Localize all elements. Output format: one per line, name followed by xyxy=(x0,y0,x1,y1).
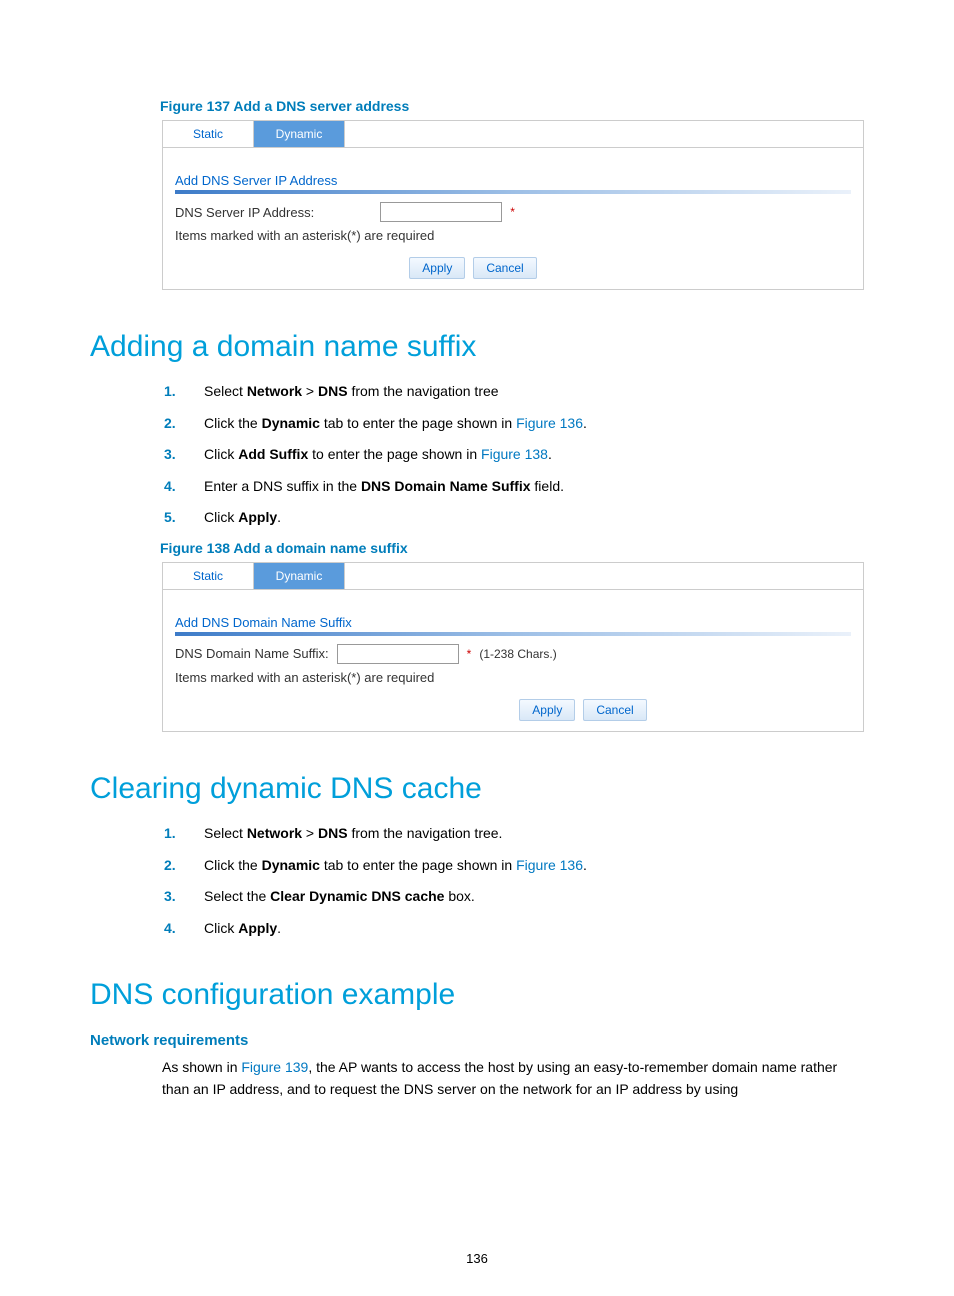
required-note: Items marked with an asterisk(*) are req… xyxy=(163,666,863,693)
text: . xyxy=(277,509,281,525)
document-page: Figure 137 Add a DNS server address Stat… xyxy=(0,0,954,1296)
bold: Dynamic xyxy=(262,415,320,431)
text: box. xyxy=(444,888,474,904)
bold: DNS xyxy=(318,825,348,841)
text: Enter a DNS suffix in the xyxy=(204,478,361,494)
body-paragraph: As shown in Figure 139, the AP wants to … xyxy=(162,1057,864,1100)
figure-138-screenshot: Static Dynamic Add DNS Domain Name Suffi… xyxy=(162,562,864,732)
text: . xyxy=(583,857,587,873)
bold: Dynamic xyxy=(262,857,320,873)
bold: Apply xyxy=(238,920,277,936)
panel-title: Add DNS Server IP Address xyxy=(175,173,851,188)
step-4: Click Apply. xyxy=(164,919,864,939)
text: tab to enter the page shown in xyxy=(320,857,516,873)
crossref-figure-136[interactable]: Figure 136 xyxy=(516,857,583,873)
bold: Network xyxy=(247,383,302,399)
step-4: Enter a DNS suffix in the DNS Domain Nam… xyxy=(164,477,864,497)
field-label: DNS Server IP Address: xyxy=(175,205,314,220)
tab-static[interactable]: Static xyxy=(163,563,254,589)
button-row: Apply Cancel xyxy=(303,693,863,731)
step-3: Click Add Suffix to enter the page shown… xyxy=(164,445,864,465)
tab-strip: Static Dynamic xyxy=(163,562,863,590)
tab-dynamic[interactable]: Dynamic xyxy=(254,121,345,147)
text: from the navigation tree. xyxy=(348,825,503,841)
text: tab to enter the page shown in xyxy=(320,415,516,431)
step-5: Click Apply. xyxy=(164,508,864,528)
required-star: * xyxy=(510,205,515,219)
bold: Clear Dynamic DNS cache xyxy=(270,888,444,904)
text: Click xyxy=(204,920,238,936)
text: Select xyxy=(204,825,247,841)
heading-clearing-cache: Clearing dynamic DNS cache xyxy=(90,772,864,806)
dns-ip-input[interactable] xyxy=(380,202,502,222)
steps-clearing-cache: Select Network > DNS from the navigation… xyxy=(164,824,864,938)
text: . xyxy=(548,446,552,462)
cancel-button[interactable]: Cancel xyxy=(583,699,646,721)
tab-dynamic[interactable]: Dynamic xyxy=(254,563,345,589)
step-3: Select the Clear Dynamic DNS cache box. xyxy=(164,887,864,907)
text: . xyxy=(277,920,281,936)
figure-137-caption: Figure 137 Add a DNS server address xyxy=(160,98,864,114)
bold: DNS Domain Name Suffix xyxy=(361,478,531,494)
text: . xyxy=(583,415,587,431)
tab-static[interactable]: Static xyxy=(163,121,254,147)
text: from the navigation tree xyxy=(348,383,499,399)
subhead-network-requirements: Network requirements xyxy=(90,1032,864,1049)
text: As shown in xyxy=(162,1059,241,1075)
apply-button[interactable]: Apply xyxy=(519,699,575,721)
crossref-figure-139[interactable]: Figure 139 xyxy=(241,1059,308,1075)
crossref-figure-136[interactable]: Figure 136 xyxy=(516,415,583,431)
text: Click the xyxy=(204,857,262,873)
page-number: 136 xyxy=(0,1251,954,1266)
bold: Network xyxy=(247,825,302,841)
figure-137-screenshot: Static Dynamic Add DNS Server IP Address… xyxy=(162,120,864,290)
tab-strip: Static Dynamic xyxy=(163,120,863,148)
bold: Apply xyxy=(238,509,277,525)
text: Click xyxy=(204,446,238,462)
dns-suffix-input[interactable] xyxy=(337,644,459,664)
cancel-button[interactable]: Cancel xyxy=(473,257,536,279)
form-row-dns-ip: DNS Server IP Address: * xyxy=(163,194,863,224)
crossref-figure-138[interactable]: Figure 138 xyxy=(481,446,548,462)
required-note: Items marked with an asterisk(*) are req… xyxy=(163,224,863,251)
step-1: Select Network > DNS from the navigation… xyxy=(164,824,864,844)
text: to enter the page shown in xyxy=(308,446,481,462)
bold: DNS xyxy=(318,383,348,399)
step-1: Select Network > DNS from the navigation… xyxy=(164,382,864,402)
heading-dns-config-example: DNS configuration example xyxy=(90,978,864,1012)
text: Click xyxy=(204,509,238,525)
text: Click the xyxy=(204,415,262,431)
steps-adding-suffix: Select Network > DNS from the navigation… xyxy=(164,382,864,528)
text: > xyxy=(302,825,318,841)
field-label: DNS Domain Name Suffix: xyxy=(175,646,329,661)
step-2: Click the Dynamic tab to enter the page … xyxy=(164,414,864,434)
bold: Add Suffix xyxy=(238,446,308,462)
figure-138-caption: Figure 138 Add a domain name suffix xyxy=(160,540,864,556)
text: field. xyxy=(531,478,564,494)
chars-hint: (1-238 Chars.) xyxy=(479,647,556,661)
button-row: Apply Cancel xyxy=(83,251,863,289)
text: Select the xyxy=(204,888,270,904)
required-star: * xyxy=(467,647,472,661)
panel-title: Add DNS Domain Name Suffix xyxy=(175,615,851,630)
heading-adding-suffix: Adding a domain name suffix xyxy=(90,330,864,364)
text: Select xyxy=(204,383,247,399)
form-row-dns-suffix: DNS Domain Name Suffix: * (1-238 Chars.) xyxy=(163,636,863,666)
apply-button[interactable]: Apply xyxy=(409,257,465,279)
step-2: Click the Dynamic tab to enter the page … xyxy=(164,856,864,876)
text: > xyxy=(302,383,318,399)
